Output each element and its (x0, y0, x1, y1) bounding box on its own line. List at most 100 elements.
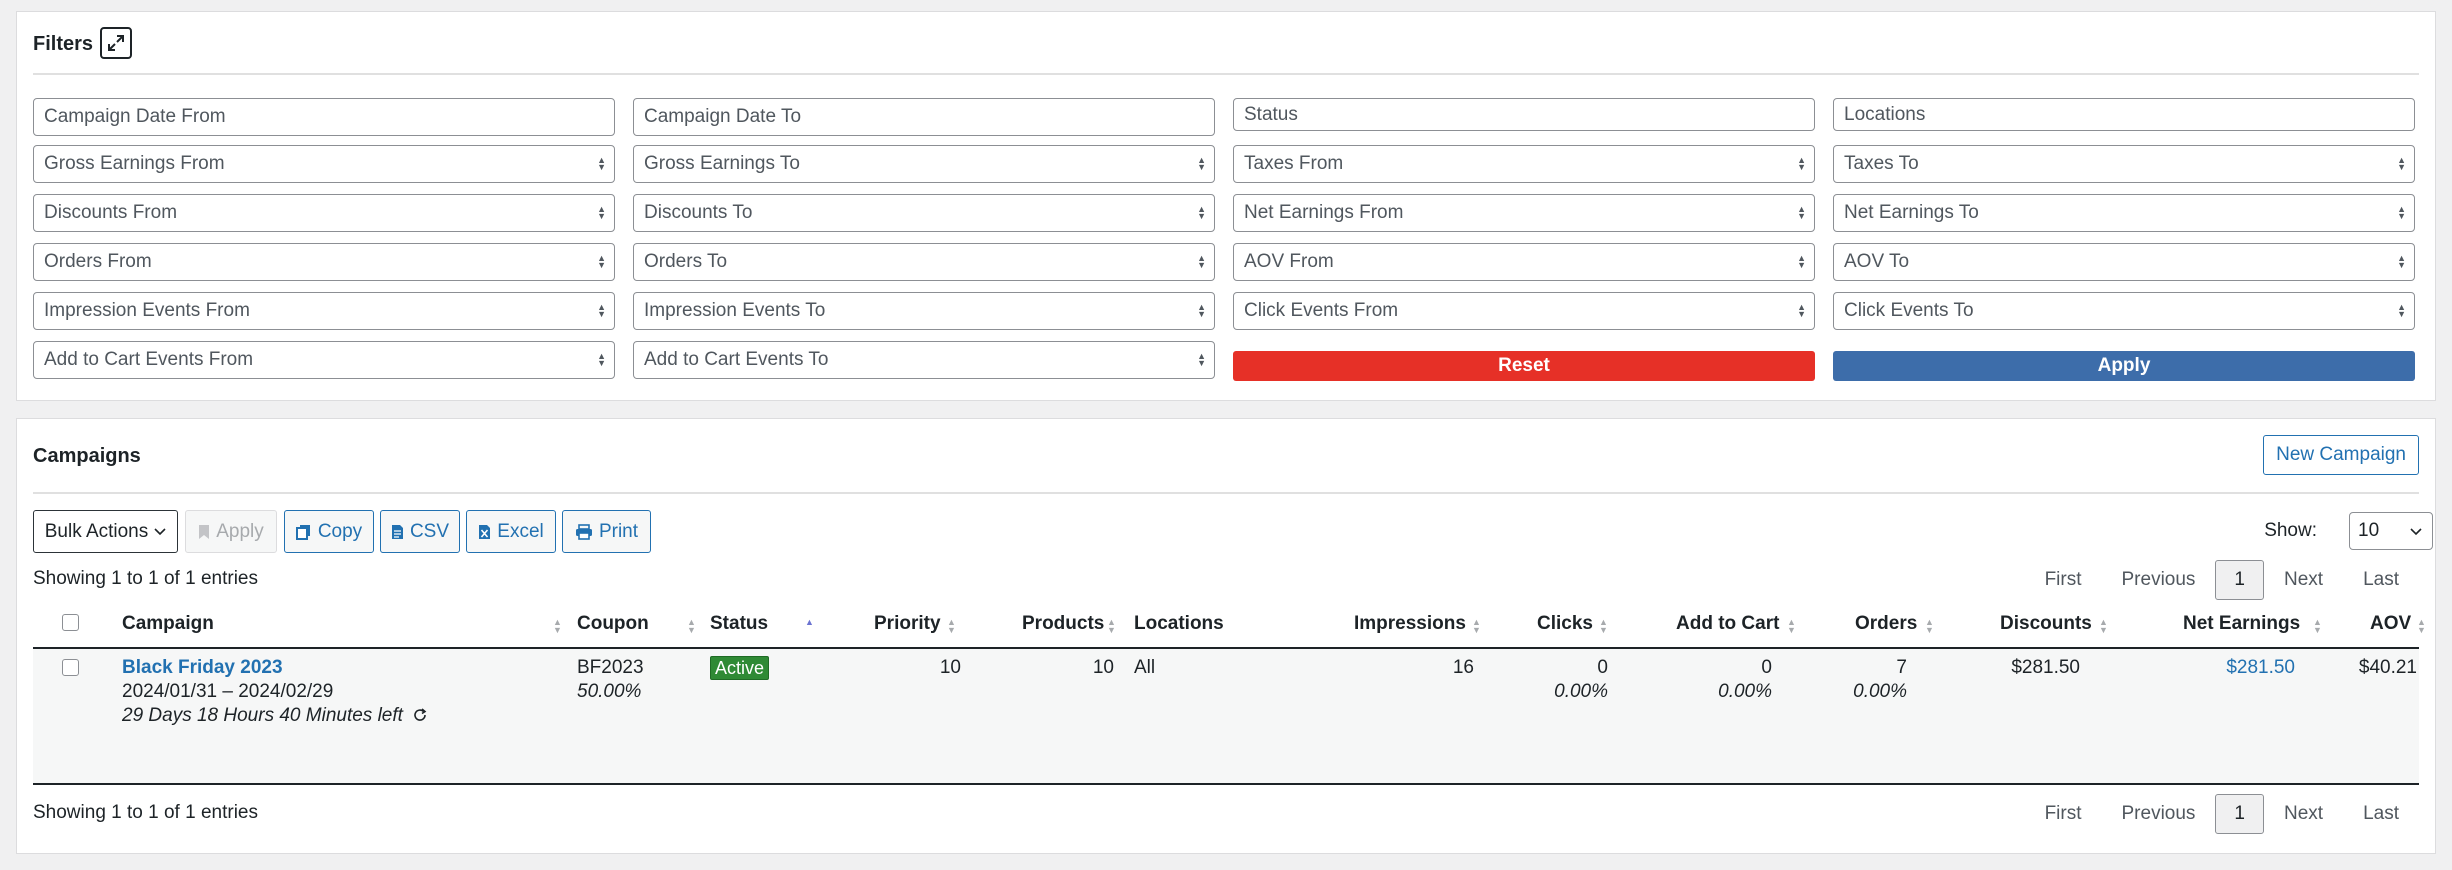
bookmark-icon (199, 524, 210, 539)
spinner-icon[interactable]: ▲ ▼ (1797, 156, 1806, 172)
bulk-actions-label: Bulk Actions (44, 520, 149, 542)
refresh-icon[interactable] (412, 707, 428, 723)
taxes-to-input[interactable]: Taxes To ▲ ▼ (1833, 145, 2415, 183)
col-add-to-cart[interactable]: Add to Cart (1676, 613, 1779, 635)
locations-select[interactable]: Locations (1833, 98, 2415, 131)
field-placeholder: Taxes To (1844, 153, 1919, 174)
aov-to-input[interactable]: AOV To ▲ ▼ (1833, 243, 2415, 281)
spinner-icon[interactable]: ▲ ▼ (1797, 254, 1806, 270)
show-label: Show: (2264, 520, 2317, 541)
col-discounts[interactable]: Discounts (2000, 613, 2092, 635)
pager-previous[interactable]: Previous (2102, 803, 2216, 825)
add-to-cart-events-to-input[interactable]: Add to Cart Events To ▲ ▼ (633, 341, 1215, 379)
reset-button[interactable]: Reset (1233, 351, 1815, 381)
page-length-select[interactable]: 10 (2349, 512, 2433, 550)
col-net-earnings[interactable]: Net Earnings (2183, 613, 2300, 635)
spinner-icon[interactable]: ▲ ▼ (1797, 205, 1806, 221)
gross-earnings-from-input[interactable]: Gross Earnings From ▲ ▼ (33, 145, 615, 183)
click-events-to-input[interactable]: Click Events To ▲ ▼ (1833, 292, 2415, 330)
sort-icon: ▲ ▼ (1599, 617, 1608, 635)
campaign-name-link[interactable]: Black Friday 2023 (122, 656, 283, 680)
csv-label: CSV (409, 520, 450, 542)
orders-from-input[interactable]: Orders From ▲ ▼ (33, 243, 615, 281)
field-placeholder: Orders To (644, 251, 728, 272)
gross-earnings-to-input[interactable]: Gross Earnings To ▲ ▼ (633, 145, 1215, 183)
add-to-cart-events-from-input[interactable]: Add to Cart Events From ▲ ▼ (33, 341, 615, 379)
discounts-to-input[interactable]: Discounts To ▲ ▼ (633, 194, 1215, 232)
campaign-date-from-input[interactable]: Campaign Date From (33, 98, 615, 136)
row-checkbox[interactable] (62, 659, 79, 676)
pager-current[interactable]: 1 (2215, 794, 2264, 834)
file-excel-icon (479, 524, 491, 539)
pager-first[interactable]: First (2025, 803, 2102, 825)
new-campaign-button[interactable]: New Campaign (2263, 435, 2419, 475)
col-clicks[interactable]: Clicks (1537, 613, 1593, 635)
net-earnings-to-input[interactable]: Net Earnings To ▲ ▼ (1833, 194, 2415, 232)
campaigns-divider (33, 492, 2419, 494)
col-priority[interactable]: Priority (874, 613, 941, 635)
pager-last[interactable]: Last (2343, 803, 2419, 825)
spinner-icon[interactable]: ▲ ▼ (1197, 156, 1206, 172)
spinner-icon[interactable]: ▲ ▼ (597, 156, 606, 172)
field-placeholder: Campaign Date To (644, 106, 802, 127)
field-placeholder: Taxes From (1244, 153, 1344, 174)
col-coupon[interactable]: Coupon (577, 613, 649, 635)
col-orders[interactable]: Orders (1855, 613, 1917, 635)
bulk-apply-button[interactable]: Apply (185, 510, 277, 553)
filters-panel: Filters Campaign Date From Campaign Date… (16, 11, 2436, 401)
spinner-icon[interactable]: ▲ ▼ (597, 303, 606, 319)
discounts-from-input[interactable]: Discounts From ▲ ▼ (33, 194, 615, 232)
expand-filters-button[interactable] (100, 27, 132, 59)
aov-from-input[interactable]: AOV From ▲ ▼ (1233, 243, 1815, 281)
spinner-icon[interactable]: ▲ ▼ (1197, 303, 1206, 319)
col-locations: Locations (1134, 613, 1224, 634)
pager-next[interactable]: Next (2264, 569, 2343, 591)
net-earnings-from-input[interactable]: Net Earnings From ▲ ▼ (1233, 194, 1815, 232)
spinner-icon[interactable]: ▲ ▼ (597, 254, 606, 270)
col-products[interactable]: Products (1022, 613, 1104, 635)
priority-value: 10 (939, 657, 961, 678)
pager-first[interactable]: First (2025, 569, 2102, 591)
pager-current[interactable]: 1 (2215, 560, 2264, 600)
campaign-time-left: 29 Days 18 Hours 40 Minutes left (122, 704, 428, 728)
spinner-icon[interactable]: ▲ ▼ (1197, 352, 1206, 368)
print-button[interactable]: Print (562, 510, 651, 553)
taxes-from-input[interactable]: Taxes From ▲ ▼ (1233, 145, 1815, 183)
spinner-icon[interactable]: ▲ ▼ (2397, 205, 2406, 221)
spinner-icon[interactable]: ▲ ▼ (597, 352, 606, 368)
col-aov[interactable]: AOV (2370, 613, 2411, 635)
pager-last[interactable]: Last (2343, 569, 2419, 591)
impression-events-to-input[interactable]: Impression Events To ▲ ▼ (633, 292, 1215, 330)
spinner-icon[interactable]: ▲ ▼ (2397, 156, 2406, 172)
bulk-actions-select[interactable]: Bulk Actions (33, 510, 178, 553)
pagination-top: First Previous 1 Next Last (2025, 560, 2419, 600)
click-events-from-input[interactable]: Click Events From ▲ ▼ (1233, 292, 1815, 330)
status-select[interactable]: Status (1233, 98, 1815, 131)
select-all-checkbox[interactable] (62, 614, 79, 631)
copy-button[interactable]: Copy (284, 510, 374, 553)
spinner-icon[interactable]: ▲ ▼ (1197, 254, 1206, 270)
net-earnings-link[interactable]: $281.50 (2226, 656, 2295, 680)
time-left-text: 29 Days 18 Hours 40 Minutes left (122, 705, 403, 726)
pager-next[interactable]: Next (2264, 803, 2343, 825)
spinner-icon[interactable]: ▲ ▼ (2397, 303, 2406, 319)
spinner-icon[interactable]: ▲ ▼ (2397, 254, 2406, 270)
spinner-icon[interactable]: ▲ ▼ (1197, 205, 1206, 221)
table-footer-line (33, 783, 2419, 785)
apply-filters-button[interactable]: Apply (1833, 351, 2415, 381)
spinner-icon[interactable]: ▲ ▼ (597, 205, 606, 221)
campaign-date-to-input[interactable]: Campaign Date To (633, 98, 1215, 136)
col-status[interactable]: Status (710, 613, 768, 635)
impression-events-from-input[interactable]: Impression Events From ▲ ▼ (33, 292, 615, 330)
col-campaign[interactable]: Campaign (122, 613, 214, 635)
excel-button[interactable]: Excel (466, 510, 556, 553)
products-value: 10 (1092, 657, 1114, 678)
spinner-icon[interactable]: ▲ ▼ (1797, 303, 1806, 319)
csv-button[interactable]: CSV (380, 510, 460, 553)
col-impressions[interactable]: Impressions (1354, 613, 1466, 635)
orders-to-input[interactable]: Orders To ▲ ▼ (633, 243, 1215, 281)
sort-icon: ▲ ▼ (2417, 617, 2426, 635)
field-placeholder: AOV From (1244, 251, 1334, 272)
pager-previous[interactable]: Previous (2102, 569, 2216, 591)
field-placeholder: Campaign Date From (44, 106, 226, 127)
